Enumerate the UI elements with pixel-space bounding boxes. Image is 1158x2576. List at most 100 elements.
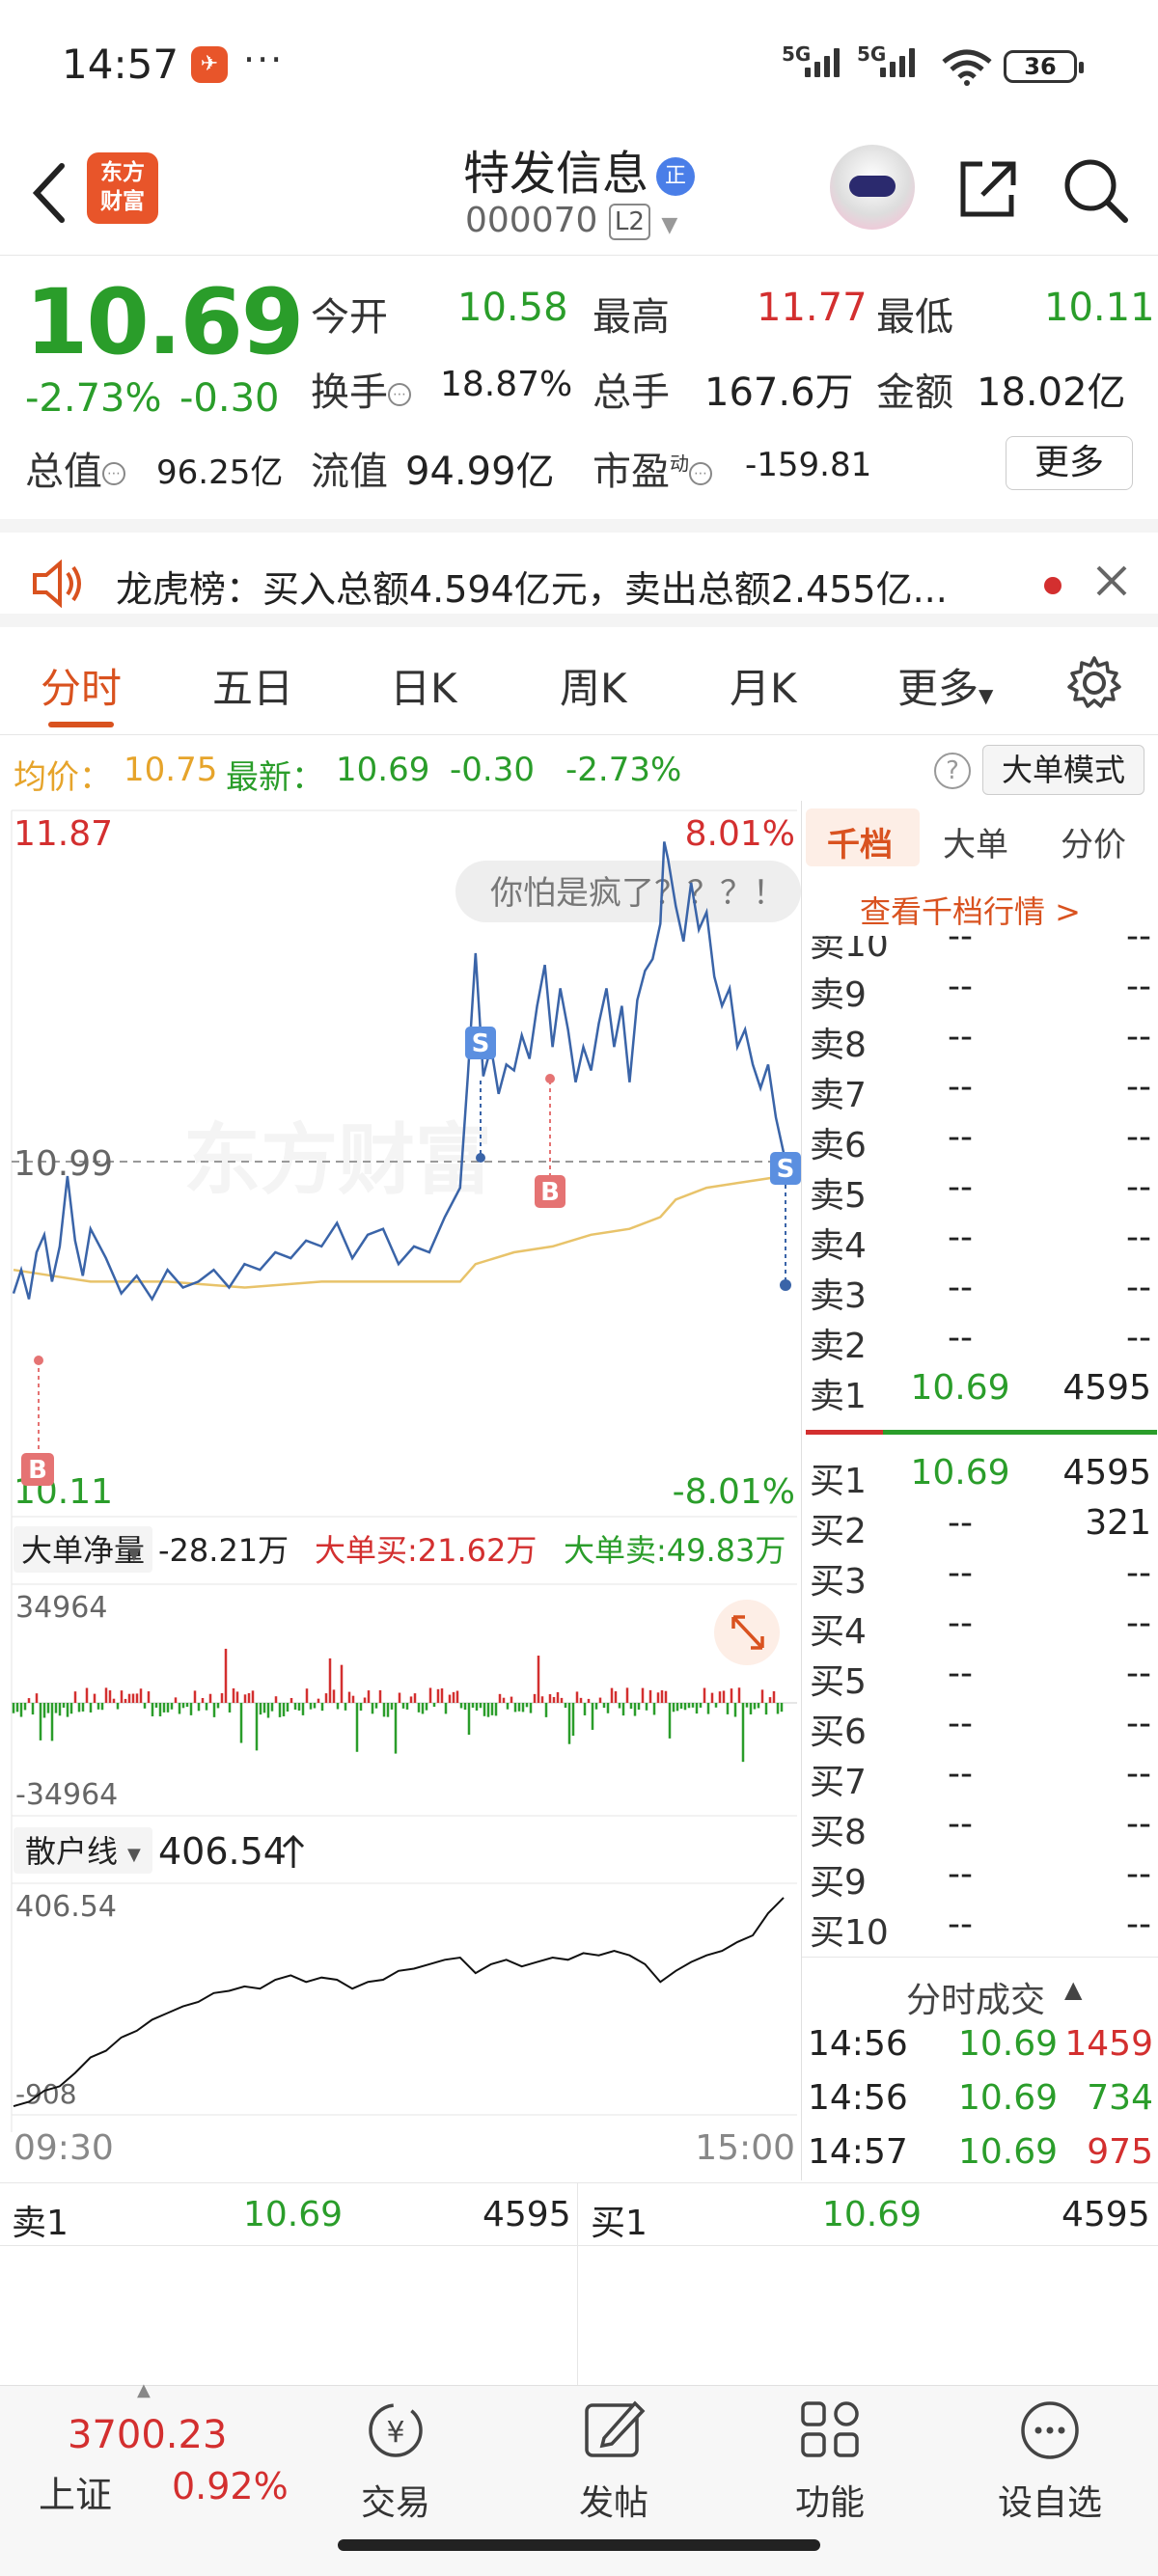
retail-line xyxy=(13,1897,785,2108)
view-qiandang-link[interactable]: 查看千档行情 > xyxy=(860,888,1081,932)
search-icon[interactable] xyxy=(1060,154,1129,224)
sell-row[interactable]: 卖7 -- -- xyxy=(810,1067,1151,1117)
info-icon[interactable]: ⋯ xyxy=(102,462,125,485)
sell-row[interactable]: 卖4 -- -- xyxy=(810,1218,1151,1268)
trades-divider xyxy=(802,1957,1158,1958)
big-order-mode-button[interactable]: 大单模式 xyxy=(982,745,1144,795)
sell-volume: -- xyxy=(1126,1167,1151,1207)
close-icon[interactable] xyxy=(1092,562,1131,600)
top-pct-label: 8.01% xyxy=(685,814,795,854)
tab-week-k[interactable]: 周K xyxy=(560,656,627,715)
sell-row[interactable]: 卖2 -- -- xyxy=(810,1318,1151,1368)
sell-row[interactable]: 卖5 -- -- xyxy=(810,1167,1151,1218)
sell-price: -- xyxy=(948,1017,973,1056)
intraday-chart-svg[interactable]: 东方财富 11.87 8.01% 10.99 10.11 -8.01% 你怕是疯… xyxy=(0,801,801,2180)
sell-row[interactable]: 卖3 -- -- xyxy=(810,1268,1151,1318)
nav-functions[interactable]: 功能 xyxy=(762,2396,897,2525)
trades-title[interactable]: 分时成交 xyxy=(906,1972,1045,2022)
tab-qiandang[interactable]: 千档 xyxy=(827,818,893,865)
vol-min-label: -34964 xyxy=(15,1778,118,1812)
home-indicator xyxy=(338,2539,820,2551)
stock-code-row[interactable]: 000070 L2 ▼ xyxy=(465,201,677,240)
trade-time: 14:57 xyxy=(808,2132,908,2172)
buy-row[interactable]: 买2 -- 321 xyxy=(810,1503,1151,1553)
buy-row[interactable]: 买7 -- -- xyxy=(810,1754,1151,1804)
buy-volume: -- xyxy=(1126,1804,1151,1844)
pe-label-text: 市盈 xyxy=(593,450,670,494)
amount-value: 18.02亿 xyxy=(977,370,1126,415)
tab-big-order[interactable]: 大单 xyxy=(943,818,1008,865)
tab-month-k[interactable]: 月K xyxy=(730,656,797,715)
buy-price: -- xyxy=(948,1503,973,1543)
sell-volume: -- xyxy=(1126,1218,1151,1257)
share-icon[interactable] xyxy=(953,154,1021,222)
nav-post[interactable]: 发帖 xyxy=(546,2396,681,2525)
retail-label: 散户线 xyxy=(25,1833,118,1870)
buy-price: -- xyxy=(948,1804,973,1844)
tab-more[interactable]: 更多▼ xyxy=(897,656,993,715)
post-icon xyxy=(585,2400,646,2457)
index-name: 上证 xyxy=(39,2474,113,2516)
buy-row[interactable]: 买9 -- -- xyxy=(810,1854,1151,1905)
tab-day-k[interactable]: 日K xyxy=(390,656,457,715)
vol-max-label: 34964 xyxy=(15,1591,107,1625)
avg-label: 均价： xyxy=(14,758,112,797)
tab-intraday[interactable]: 分时 xyxy=(41,656,122,715)
arrow-up-icon xyxy=(282,1834,305,1868)
caret-down-icon: ▼ xyxy=(127,1845,141,1865)
more-button[interactable]: 更多 xyxy=(1006,436,1133,490)
buy-row[interactable]: 买3 -- -- xyxy=(810,1553,1151,1603)
buy-row[interactable]: 买4 -- -- xyxy=(810,1603,1151,1654)
high-value: 11.77 xyxy=(757,286,868,330)
nav-functions-label: 功能 xyxy=(794,2483,865,2523)
buy-row[interactable]: 买5 -- -- xyxy=(810,1654,1151,1704)
open-value: 10.58 xyxy=(457,286,568,330)
nav-trade-label: 交易 xyxy=(360,2483,430,2523)
trade-volume: 975 xyxy=(1087,2132,1153,2172)
nav-watchlist-label: 设自选 xyxy=(997,2483,1102,2523)
info-icon[interactable]: ⋯ xyxy=(388,383,411,406)
sell-row[interactable]: 卖9 -- -- xyxy=(810,967,1151,1017)
nav-watchlist[interactable]: 设自选 xyxy=(982,2396,1117,2525)
nav-trade[interactable]: ¥ 交易 xyxy=(328,2396,463,2525)
settings-gear-icon[interactable] xyxy=(1065,654,1123,712)
marker-b1-dot xyxy=(545,1074,555,1083)
top-price-label: 11.87 xyxy=(14,814,113,854)
battery-icon: 36 xyxy=(1004,50,1084,83)
caret-up-icon: ▲ xyxy=(137,2380,151,2400)
sell-volume: -- xyxy=(1126,1268,1151,1307)
stock-name: 特发信息 xyxy=(462,147,648,201)
caret-down-icon: ▼ xyxy=(661,213,678,237)
ai-assistant-icon[interactable] xyxy=(830,145,915,230)
buy-row[interactable]: 买8 -- -- xyxy=(810,1804,1151,1854)
info-icon[interactable]: ⋯ xyxy=(689,462,712,485)
sell-marker-s2-text: S xyxy=(777,1155,795,1184)
sell-price: -- xyxy=(948,967,973,1006)
sell-row[interactable]: 卖6 -- -- xyxy=(810,1117,1151,1167)
buy-level-label: 买2 xyxy=(810,1512,867,1551)
functions-icon xyxy=(801,2401,859,2457)
dragon-tiger-banner[interactable]: 龙虎榜：买入总额4.594亿元，卖出总额2.455亿... xyxy=(0,519,1158,627)
big-sell-value: 大单卖:49.83万 xyxy=(564,1532,786,1569)
level2-badge: L2 xyxy=(608,204,650,240)
time-end-label: 15:00 xyxy=(695,2128,795,2168)
buy-row[interactable]: 买6 -- -- xyxy=(810,1704,1151,1754)
retail-max-label: 406.54 xyxy=(15,1890,117,1924)
sell-row[interactable]: 卖8 -- -- xyxy=(810,1017,1151,1067)
sell-row[interactable]: 卖1 10.69 4595 xyxy=(810,1368,1151,1418)
buy-row[interactable]: 买10 -- -- xyxy=(810,1905,1151,1955)
help-icon[interactable]: ? xyxy=(934,753,971,789)
index-ticker[interactable]: ▲ 3700.23 上证 0.92% xyxy=(0,2380,290,2569)
buy-level-label: 买1 xyxy=(810,1462,867,1501)
intraday-chart-area[interactable]: 东方财富 11.87 8.01% 10.99 10.11 -8.01% 你怕是疯… xyxy=(0,801,801,2180)
tab-price-split[interactable]: 分价 xyxy=(1061,818,1126,865)
sell-volume: 4595 xyxy=(1062,1368,1151,1408)
trade-time: 14:56 xyxy=(808,2024,908,2064)
tab-five-day[interactable]: 五日 xyxy=(212,656,293,715)
marker-s2-dot xyxy=(780,1279,791,1291)
buy-price: -- xyxy=(948,1603,973,1643)
latest-change: -0.30 xyxy=(450,751,535,789)
dragon-text: 龙虎榜：买入总额4.594亿元，卖出总额2.455亿... xyxy=(116,568,948,611)
buy-row[interactable]: 买1 10.69 4595 xyxy=(810,1453,1151,1503)
svg-text:¥: ¥ xyxy=(386,2416,404,2450)
